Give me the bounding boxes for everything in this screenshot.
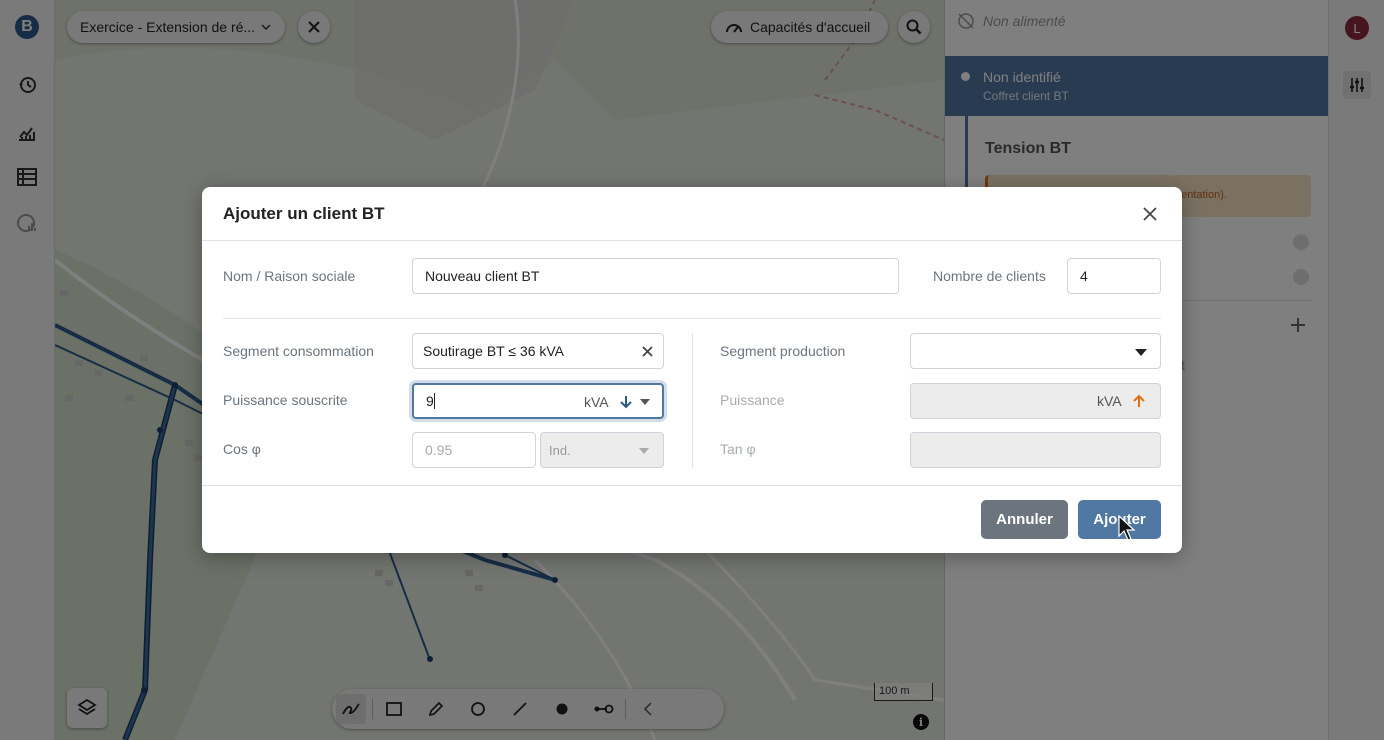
clients-count-value: 4 [1080, 268, 1088, 284]
tan-phi-input[interactable] [910, 432, 1161, 468]
mouse-cursor-icon [1118, 515, 1136, 541]
close-icon [1143, 207, 1157, 221]
subscribed-power-label: Puissance souscrite [223, 392, 348, 408]
modal-close-button[interactable] [1140, 204, 1160, 224]
name-label: Nom / Raison sociale [223, 268, 356, 284]
caret-down-icon[interactable] [640, 399, 650, 405]
segment-consumption-label: Segment consommation [223, 343, 374, 359]
name-input-value: Nouveau client BT [425, 268, 540, 284]
column-divider [692, 333, 693, 468]
text-cursor [433, 393, 435, 409]
segment-consumption-select[interactable]: Soutirage BT ≤ 36 kVA [412, 333, 664, 369]
caret-down-icon [639, 448, 649, 454]
modal-header: Ajouter un client BT [202, 187, 1182, 241]
consumption-arrow-icon [620, 396, 632, 409]
name-input[interactable]: Nouveau client BT [412, 258, 899, 294]
form-divider [223, 318, 1161, 319]
cos-phi-label: Cos φ [223, 441, 261, 457]
segment-production-select[interactable] [910, 333, 1161, 369]
clients-count-input[interactable]: 4 [1067, 258, 1161, 294]
segment-consumption-value: Soutirage BT ≤ 36 kVA [423, 343, 565, 359]
segment-production-label: Segment production [720, 343, 846, 359]
production-power-label: Puissance [720, 392, 785, 408]
subscribed-power-value: 9 [426, 393, 434, 409]
power-unit: kVA [584, 394, 609, 410]
modal-footer-divider [202, 485, 1182, 486]
add-client-modal: Ajouter un client BT Nom / Raison social… [202, 187, 1182, 553]
cos-phi-type-select[interactable]: Ind. [540, 432, 664, 468]
cos-phi-input[interactable]: 0.95 [412, 432, 536, 468]
clients-count-label: Nombre de clients [933, 268, 1046, 284]
production-power-input[interactable]: kVA [910, 383, 1161, 419]
production-arrow-icon [1133, 394, 1145, 407]
clear-icon[interactable] [642, 346, 653, 357]
cancel-button[interactable]: Annuler [981, 500, 1068, 539]
modal-title: Ajouter un client BT [223, 204, 385, 223]
caret-down-icon [1135, 349, 1147, 356]
subscribed-power-input[interactable]: 9 kVA [412, 383, 664, 419]
cos-phi-placeholder: 0.95 [425, 442, 453, 458]
cos-phi-type-value: Ind. [549, 442, 571, 458]
tan-phi-label: Tan φ [720, 441, 756, 457]
production-power-unit: kVA [1097, 393, 1122, 409]
